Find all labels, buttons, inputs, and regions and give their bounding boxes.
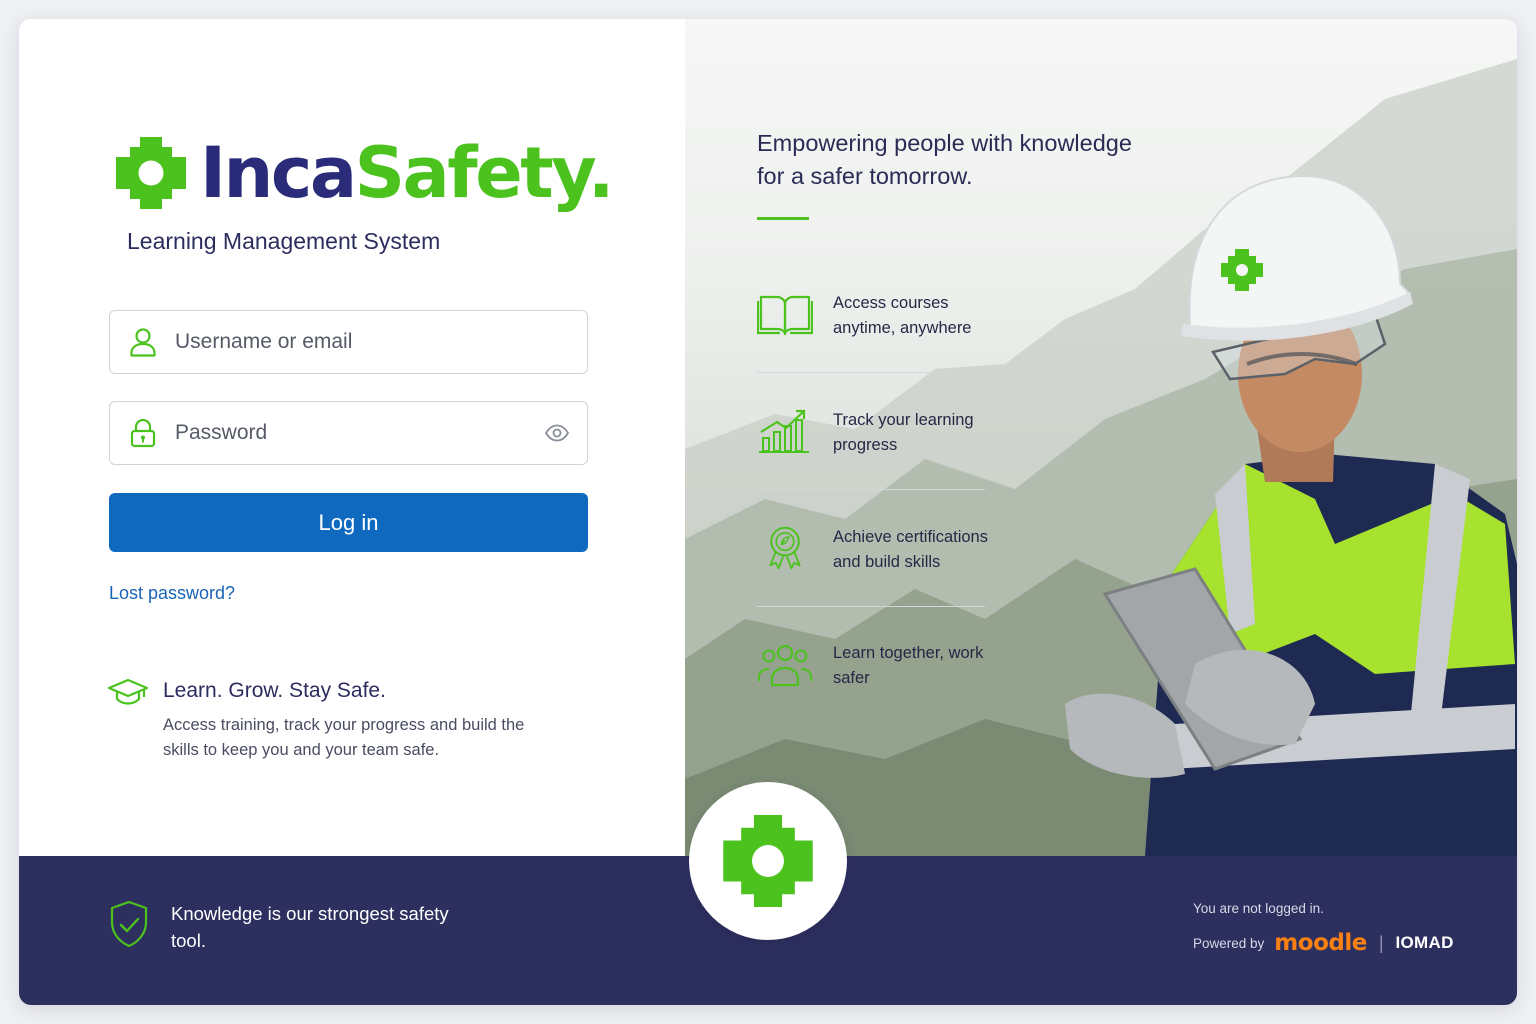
moodle-logo[interactable]: moodle [1274,930,1367,956]
brand-logo: IncaSafety. [116,137,614,209]
brand-name: IncaSafety. [200,138,614,208]
feature-learn-together: Learn together, work safer [757,641,987,741]
password-field[interactable] [109,401,588,465]
username-field[interactable] [109,310,588,374]
login-status: You are not logged in. [1193,901,1324,916]
gear-icon [723,815,813,907]
divider [757,606,985,607]
password-input[interactable] [175,421,544,445]
hero-panel: Empowering people with knowledge for a s… [685,19,1517,856]
certificate-badge-icon [769,526,801,570]
growth-chart-icon [759,409,809,453]
login-button[interactable]: Log in [109,493,588,552]
iomad-logo[interactable]: IOMAD [1396,933,1454,953]
lost-password-link[interactable]: Lost password? [109,583,235,604]
footer-quote: Knowledge is our strongest safety tool. [171,903,449,951]
tagline-description: Access training, track your progress and… [163,716,525,759]
safety-worker-image [1065,174,1517,856]
footer-separator: | [1378,932,1384,953]
center-logo-badge [689,782,847,940]
book-icon [757,295,813,336]
divider [757,372,985,373]
powered-by-label: Powered by [1193,935,1265,951]
team-icon [758,644,812,687]
feature-certifications: Achieve certifications and build skills [757,525,988,625]
headline-underline [757,217,809,220]
username-input[interactable] [175,330,587,354]
shield-check-icon [110,900,148,948]
feature-text: Access courses anytime, anywhere [833,294,972,337]
login-card: IncaSafety. Learning Management System U… [19,19,1517,1005]
feature-access-courses: Access courses anytime, anywhere [757,291,987,391]
feature-track-progress: Track your learning progress [757,408,987,508]
powered-by: Powered by moodle | IOMAD [1193,930,1454,956]
gear-icon [116,137,186,209]
lock-icon [129,418,157,448]
eye-icon[interactable] [544,423,570,443]
brand-name-safety: Safety. [354,132,615,214]
brand-subtitle: Learning Management System [127,228,441,254]
feature-text: Track your learning progress [833,411,974,454]
login-panel: IncaSafety. Learning Management System U… [19,19,685,856]
tagline-title: Learn. Grow. Stay Safe. [163,679,386,702]
brand-name-inca: Inca [200,132,357,214]
feature-text: Learn together, work safer [833,644,984,687]
feature-text: Achieve certifications and build skills [833,528,988,571]
graduation-cap-icon [107,678,149,705]
divider [757,489,985,490]
user-icon [129,327,157,357]
